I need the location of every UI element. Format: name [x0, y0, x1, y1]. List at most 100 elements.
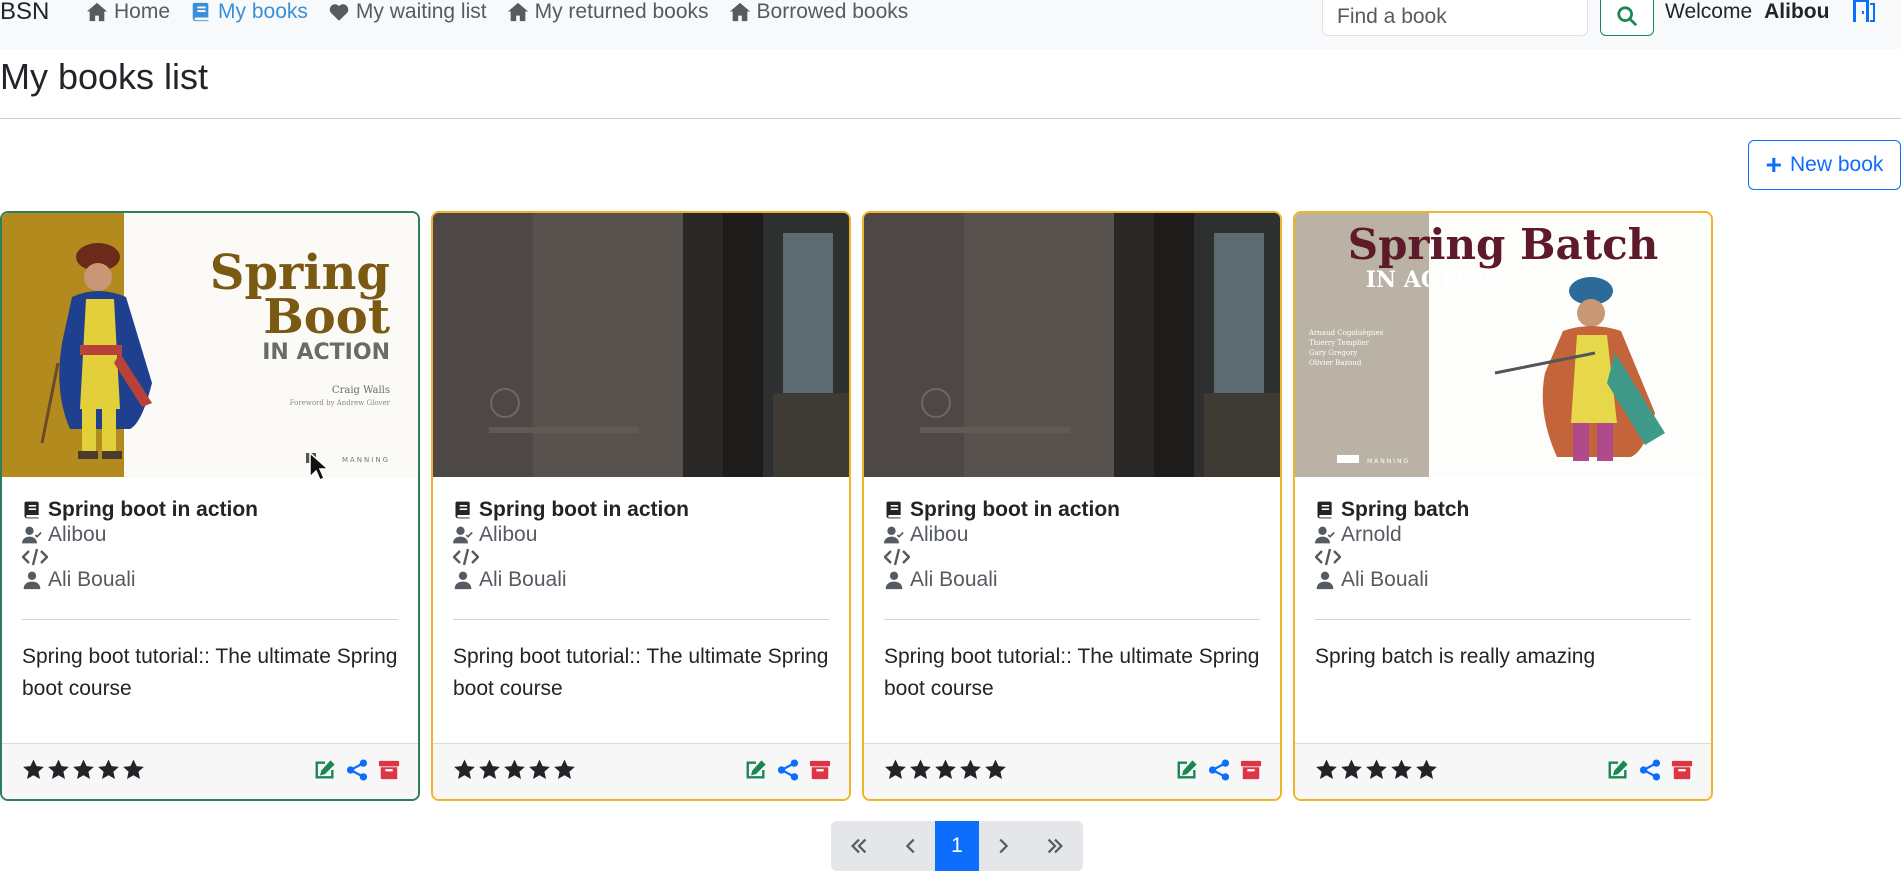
code-icon — [1315, 548, 1341, 566]
double-chevron-left-icon — [851, 838, 867, 854]
cover-subtitle: IN ACTION — [1366, 267, 1505, 293]
rating-stars — [884, 758, 1007, 781]
edit-button[interactable] — [1607, 759, 1629, 781]
star-icon — [985, 759, 1006, 779]
nav-item-home[interactable]: Home — [86, 0, 170, 24]
book-cover-image[interactable] — [864, 213, 1280, 477]
book-info: Spring batch Arnold Ali Bouali — [1315, 497, 1691, 592]
book-card[interactable]: Spring Boot IN ACTION Craig Walls Forewo… — [0, 211, 420, 801]
edit-button[interactable] — [314, 759, 336, 781]
nav-item-waiting-list[interactable]: My waiting list — [328, 0, 487, 24]
code-icon — [453, 548, 479, 566]
share-button[interactable] — [1639, 759, 1661, 781]
edit-button[interactable] — [745, 759, 767, 781]
user-check-icon — [1315, 526, 1335, 543]
mouse-cursor-icon — [309, 452, 329, 482]
card-actions — [745, 759, 831, 781]
star-icon — [1341, 759, 1362, 779]
nav-item-returned-books[interactable]: My returned books — [507, 0, 709, 24]
edit-icon — [746, 760, 766, 779]
star-icon — [935, 759, 956, 779]
star-icon — [1316, 759, 1337, 779]
star-icon — [1416, 759, 1437, 779]
chevron-right-icon — [999, 838, 1009, 854]
card-divider — [1315, 619, 1691, 620]
user-check-icon — [22, 526, 42, 543]
book-info: Spring boot in action Alibou Ali Bouali — [22, 497, 398, 592]
new-book-button[interactable]: + New book — [1748, 140, 1901, 190]
share-button[interactable] — [346, 759, 368, 781]
book-isbn — [22, 547, 398, 567]
share-icon — [1639, 759, 1661, 781]
book-isbn — [453, 547, 829, 567]
archive-button[interactable] — [809, 759, 831, 781]
card-footer — [433, 743, 849, 799]
nav-item-borrowed-books[interactable]: Borrowed books — [729, 0, 908, 24]
book-card[interactable]: Spring boot in action Alibou Ali Bouali … — [431, 211, 851, 801]
cover-subtitle: IN ACTION — [262, 340, 390, 365]
book-synopsis: Spring boot tutorial:: The ultimate Spri… — [453, 645, 829, 700]
user-check-icon — [453, 526, 473, 543]
brand-logo[interactable]: BSN — [0, 0, 49, 24]
card-footer — [864, 743, 1280, 799]
user-icon — [1316, 571, 1334, 589]
card-footer — [2, 743, 418, 799]
card-actions — [1176, 759, 1262, 781]
book-cover-image[interactable]: Spring Boot IN ACTION Craig Walls Forewo… — [2, 213, 418, 477]
rating-stars — [1315, 758, 1438, 781]
card-footer — [1295, 743, 1711, 799]
search-input[interactable] — [1322, 0, 1588, 36]
book-author: Ali Bouali — [22, 567, 398, 592]
cover-author: Thierry Templier — [1309, 339, 1369, 347]
book-icon — [455, 501, 470, 518]
book-title: Spring boot in action — [22, 497, 398, 522]
star-icon — [98, 759, 119, 779]
user-icon — [885, 571, 903, 589]
star-icon — [479, 759, 500, 779]
card-divider — [453, 619, 829, 620]
book-info: Spring boot in action Alibou Ali Bouali — [884, 497, 1260, 592]
archive-icon — [378, 760, 400, 780]
star-icon — [48, 759, 69, 779]
page-number-button[interactable]: 1 — [935, 821, 979, 871]
nav-item-my-books[interactable]: My books — [190, 0, 308, 24]
card-actions — [314, 759, 400, 781]
star-icon — [1366, 759, 1387, 779]
last-page-button[interactable] — [1027, 821, 1083, 871]
user-icon — [23, 571, 41, 589]
card-divider — [22, 619, 398, 620]
search-button[interactable] — [1600, 0, 1654, 36]
previous-page-button[interactable] — [887, 821, 935, 871]
next-page-button[interactable] — [979, 821, 1027, 871]
share-button[interactable] — [777, 759, 799, 781]
share-icon — [1208, 759, 1230, 781]
book-card[interactable]: Spring Batch IN ACTION Arnaud Cogoluègne… — [1293, 211, 1713, 801]
chevron-left-icon — [905, 838, 915, 854]
card-divider — [884, 619, 1260, 620]
book-cover-image[interactable]: Spring Batch IN ACTION Arnaud Cogoluègne… — [1295, 213, 1711, 477]
star-icon — [1391, 759, 1412, 779]
star-icon — [454, 759, 475, 779]
share-button[interactable] — [1208, 759, 1230, 781]
welcome-message: Welcome Alibou — [1665, 0, 1830, 23]
book-info: Spring boot in action Alibou Ali Bouali — [453, 497, 829, 592]
cover-publisher: MANNING — [1367, 458, 1410, 465]
archive-icon — [1671, 760, 1693, 780]
book-synopsis: Spring boot tutorial:: The ultimate Spri… — [884, 645, 1260, 700]
cover-author: Craig Walls — [332, 385, 390, 396]
code-icon — [884, 548, 910, 566]
archive-button[interactable] — [1671, 759, 1693, 781]
cover-publisher: MANNING — [342, 456, 390, 464]
logout-button[interactable] — [1851, 0, 1877, 24]
book-card[interactable]: Spring boot in action Alibou Ali Bouali … — [862, 211, 1282, 801]
archive-button[interactable] — [1240, 759, 1262, 781]
edit-button[interactable] — [1176, 759, 1198, 781]
book-isbn — [884, 547, 1260, 567]
archive-button[interactable] — [378, 759, 400, 781]
book-isbn — [1315, 547, 1691, 567]
edit-icon — [1608, 760, 1628, 779]
book-icon — [24, 501, 39, 518]
book-owner: Alibou — [453, 522, 829, 547]
book-cover-image[interactable] — [433, 213, 849, 477]
first-page-button[interactable] — [831, 821, 887, 871]
